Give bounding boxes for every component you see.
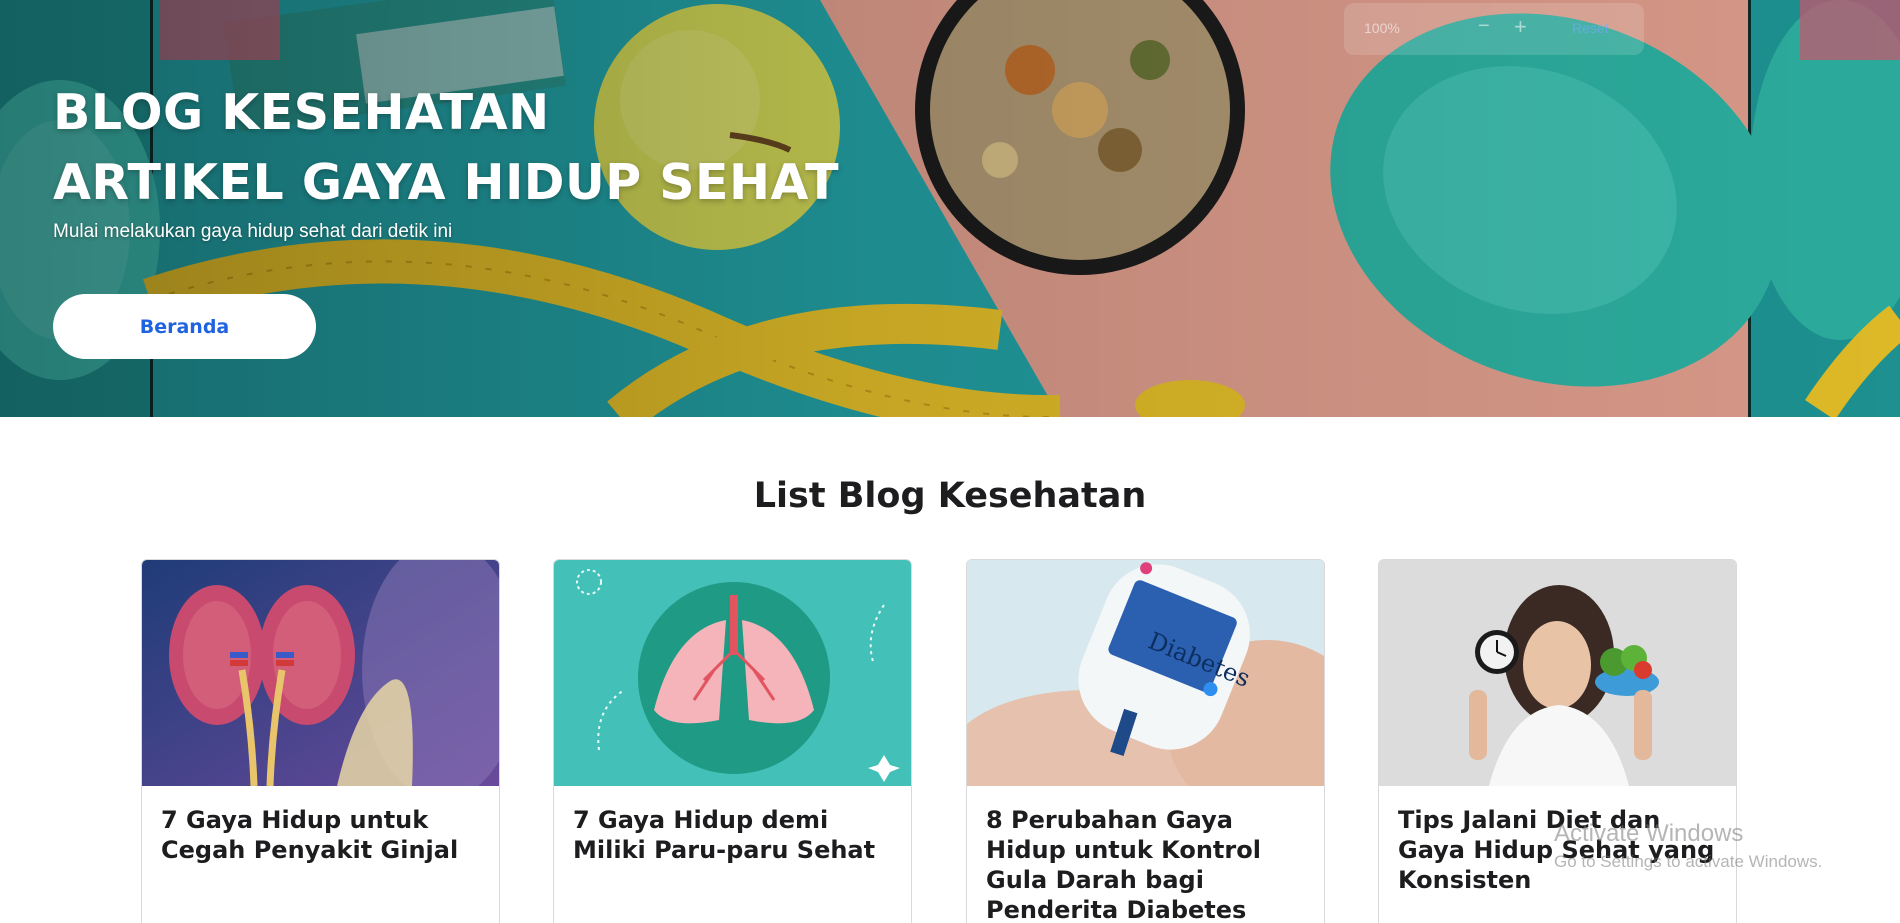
glucose-meter-image: Diabetes [967, 560, 1324, 786]
hero-title: BLOG KESEHATAN ARTIKEL GAYA HIDUP SEHAT [53, 78, 953, 218]
watermark-line-1: Activate Windows [1554, 820, 1744, 847]
hero-banner: 100% − + Reset BLOG KESEHATAN ARTIKEL GA… [0, 0, 1900, 417]
zoom-out-button[interactable]: − [1478, 15, 1490, 38]
zoom-in-button[interactable]: + [1514, 14, 1527, 40]
blog-card-1[interactable]: 7 Gaya Hidup untuk Cegah Penyakit Ginjal [141, 559, 500, 923]
woman-clock-salad-image [1379, 560, 1736, 786]
blog-card-title[interactable]: 7 Gaya Hidup demi Miliki Paru-paru Sehat [573, 805, 898, 865]
section-title: List Blog Kesehatan [753, 476, 1147, 516]
zoom-toolbar: 100% − + Reset [1344, 3, 1644, 55]
beranda-button[interactable]: Beranda [53, 294, 316, 359]
blog-card-2[interactable]: 7 Gaya Hidup demi Miliki Paru-paru Sehat [553, 559, 912, 923]
kidney-illustration-image [142, 560, 499, 786]
blog-card-title[interactable]: 8 Perubahan Gaya Hidup untuk Kontrol Gul… [986, 805, 1311, 923]
lungs-illustration-image [554, 560, 911, 786]
zoom-reset-button[interactable]: Reset [1572, 20, 1609, 36]
hero-title-line-2: ARTIKEL GAYA HIDUP SEHAT [53, 154, 840, 211]
hero-title-line-1: BLOG KESEHATAN [53, 84, 550, 141]
zoom-value: 100% [1364, 20, 1400, 36]
blog-card-title[interactable]: 7 Gaya Hidup untuk Cegah Penyakit Ginjal [161, 805, 486, 865]
watermark-line-2: Go to Settings to activate Windows. [1554, 852, 1823, 871]
blog-card-3[interactable]: Diabetes 8 Perubahan Gaya Hidup untuk Ko… [966, 559, 1325, 923]
hero-subtitle: Mulai melakukan gaya hidup sehat dari de… [53, 221, 453, 242]
windows-activation-watermark: Activate Windows Go to Settings to activ… [1554, 820, 1822, 872]
